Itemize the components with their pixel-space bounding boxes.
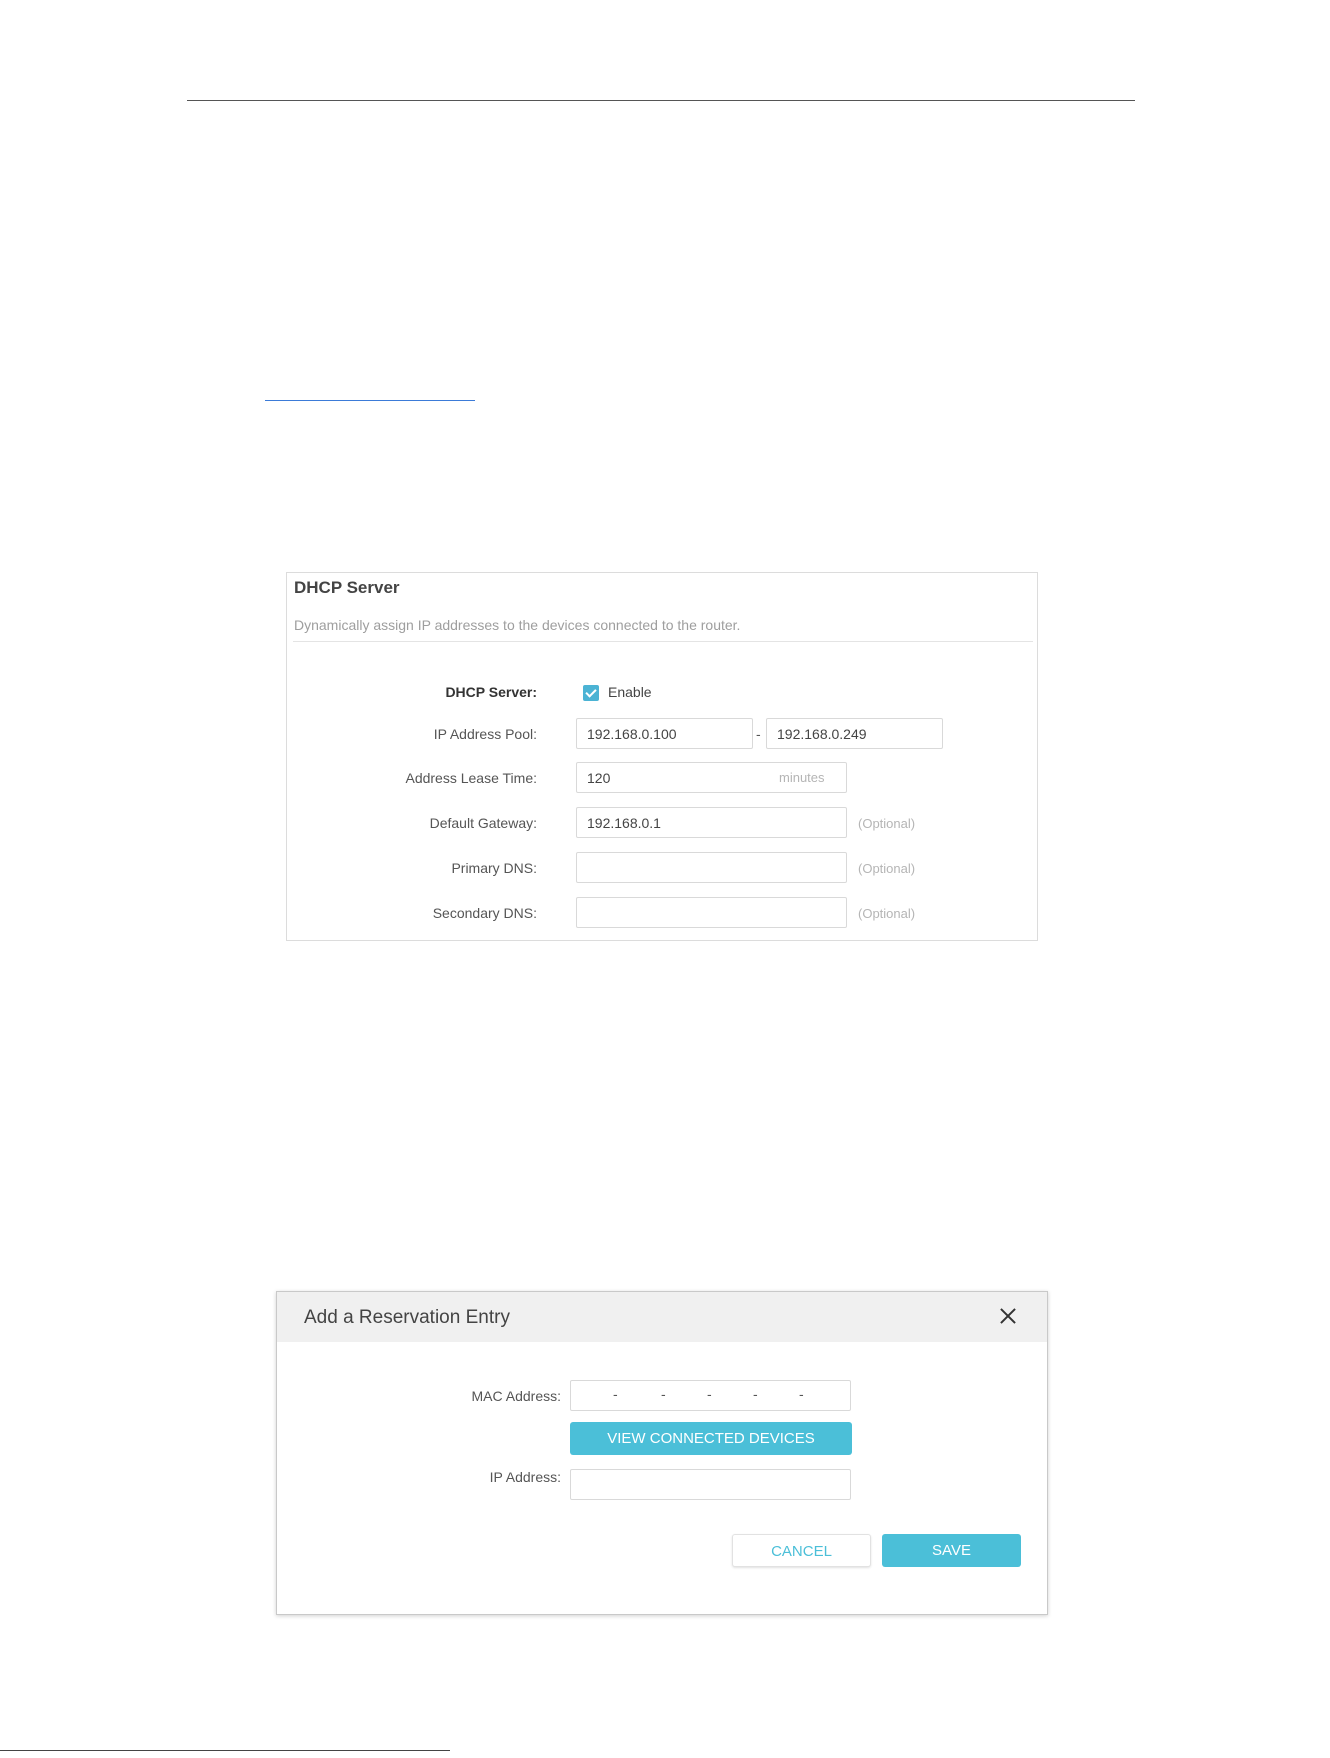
- dialog-header: Add a Reservation Entry: [277, 1292, 1047, 1342]
- ip-pool-start-input[interactable]: 192.168.0.100: [576, 718, 753, 749]
- close-icon[interactable]: [995, 1303, 1021, 1329]
- save-button[interactable]: SAVE: [882, 1534, 1021, 1567]
- ip-pool-end-input[interactable]: 192.168.0.249: [766, 718, 943, 749]
- secondary-dns-input[interactable]: [576, 897, 847, 928]
- ip-address-label: IP Address:: [489, 1469, 561, 1485]
- panel-title: DHCP Server: [294, 578, 400, 597]
- mac-separator: -: [707, 1386, 712, 1402]
- cancel-button[interactable]: CANCEL: [732, 1534, 871, 1567]
- mac-address-label: MAC Address:: [471, 1388, 561, 1404]
- dhcp-server-label: DHCP Server:: [445, 684, 537, 700]
- ip-address-input[interactable]: [570, 1469, 851, 1500]
- mac-separator: -: [799, 1386, 804, 1402]
- page-header-rule: [187, 100, 1135, 101]
- secondary-dns-hint: (Optional): [858, 906, 916, 921]
- default-gateway-label: Default Gateway:: [429, 815, 537, 831]
- default-gateway-input[interactable]: 192.168.0.1: [576, 807, 847, 838]
- primary-dns-label: Primary DNS:: [451, 860, 537, 876]
- panel-divider: [293, 641, 1033, 642]
- link-underline[interactable]: [265, 400, 475, 401]
- dialog-title: Add a Reservation Entry: [304, 1307, 510, 1328]
- panel-description: Dynamically assign IP addresses to the d…: [294, 617, 741, 633]
- mac-separator: -: [613, 1386, 618, 1402]
- ip-pool-separator: -: [756, 726, 761, 742]
- primary-dns-input[interactable]: [576, 852, 847, 883]
- default-gateway-hint: (Optional): [858, 816, 916, 831]
- primary-dns-hint: (Optional): [858, 861, 916, 876]
- reservation-dialog: Add a Reservation Entry MAC Address: - -…: [276, 1291, 1048, 1615]
- secondary-dns-label: Secondary DNS:: [432, 905, 537, 921]
- mac-separator: -: [661, 1386, 666, 1402]
- dhcp-server-panel: DHCP Server Dynamically assign IP addres…: [286, 572, 1038, 941]
- lease-time-value: 120: [587, 770, 611, 786]
- mac-address-input[interactable]: - - - - -: [570, 1380, 851, 1411]
- page-footer-rule: [0, 1750, 450, 1751]
- dhcp-enable-checkbox[interactable]: [583, 685, 599, 701]
- view-connected-devices-button[interactable]: VIEW CONNECTED DEVICES: [570, 1422, 852, 1455]
- mac-separator: -: [753, 1386, 758, 1402]
- ip-pool-label: IP Address Pool:: [433, 726, 537, 742]
- lease-time-label: Address Lease Time:: [405, 770, 537, 786]
- lease-time-unit: minutes: [779, 770, 825, 785]
- dhcp-enable-label[interactable]: Enable: [608, 684, 652, 700]
